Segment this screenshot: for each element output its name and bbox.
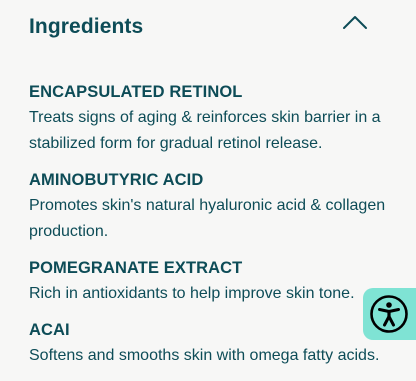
accessibility-button[interactable] bbox=[363, 288, 416, 340]
ingredient-name: AMINOBUTYRIC ACID bbox=[29, 171, 204, 189]
ingredient-description: Promotes skin's natural hyaluronic acid … bbox=[29, 197, 386, 240]
ingredient-name: ACAI bbox=[29, 321, 70, 339]
ingredient-item: POMEGRANATE EXTRACT Rich in antioxidants… bbox=[29, 256, 389, 307]
ingredient-item: ACAI Softens and smooths skin with omega… bbox=[29, 318, 389, 369]
ingredient-description: Softens and smooths skin with omega fatt… bbox=[29, 347, 380, 364]
ingredient-item: AMINOBUTYRIC ACID Promotes skin's natura… bbox=[29, 168, 389, 245]
ingredient-item: ENCAPSULATED RETINOL Treats signs of agi… bbox=[29, 80, 389, 157]
ingredient-name: POMEGRANATE EXTRACT bbox=[29, 259, 243, 277]
accordion-title: Ingredients bbox=[29, 15, 144, 38]
ingredients-list: ENCAPSULATED RETINOL Treats signs of agi… bbox=[29, 80, 389, 369]
ingredient-description: Treats signs of aging & reinforces skin … bbox=[29, 109, 381, 152]
ingredient-description: Rich in antioxidants to help improve ski… bbox=[29, 285, 355, 302]
chevron-up-icon[interactable] bbox=[341, 13, 369, 31]
ingredients-accordion-header[interactable]: Ingredients bbox=[0, 0, 416, 56]
ingredient-name: ENCAPSULATED RETINOL bbox=[29, 83, 243, 101]
accessibility-icon bbox=[369, 294, 409, 334]
